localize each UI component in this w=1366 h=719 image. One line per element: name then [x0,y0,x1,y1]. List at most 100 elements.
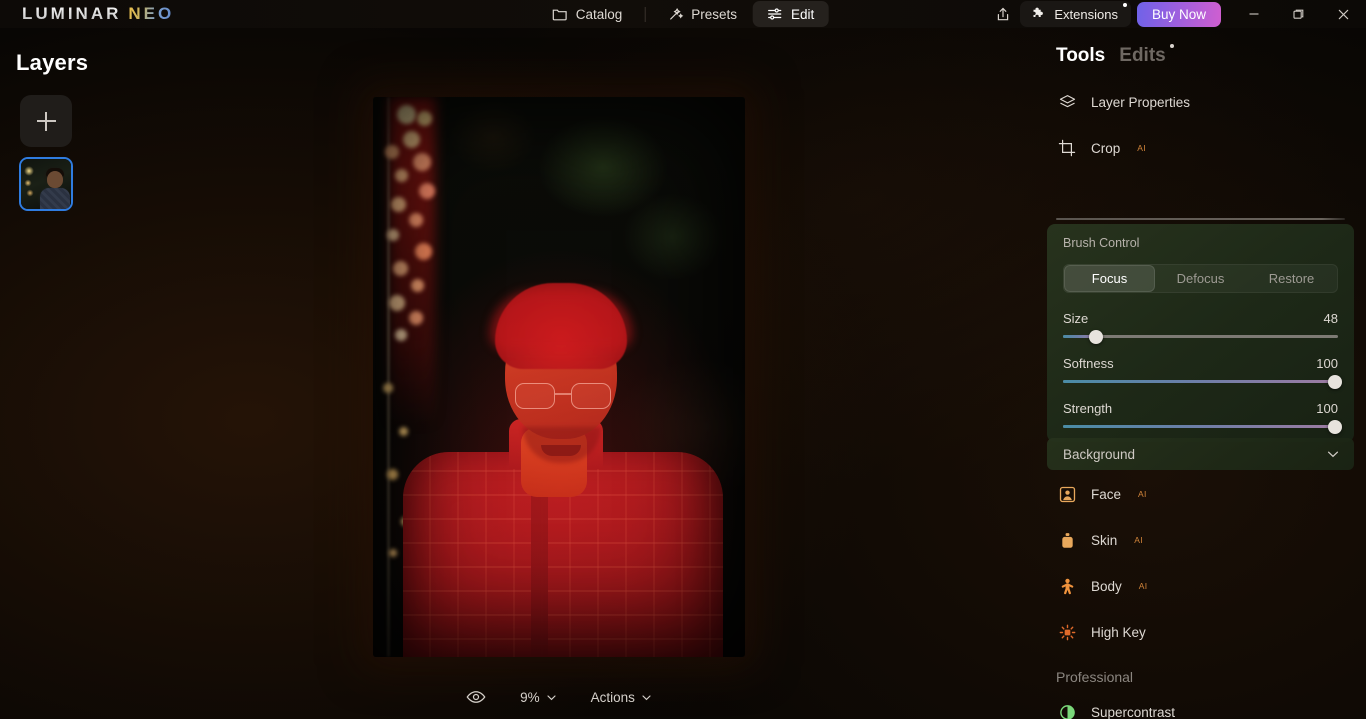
nav-item-edit-label: Edit [791,6,815,22]
visibility-toggle-button[interactable] [466,690,486,704]
tab-tools[interactable]: Tools [1056,45,1105,67]
tool-item-skin[interactable]: Skin AI [1035,517,1366,563]
face-icon [1056,486,1078,503]
zoom-level-dropdown[interactable]: 9% [520,690,557,705]
buy-now-button[interactable]: Buy Now [1136,1,1221,27]
logo-secondary-text: NEO [128,4,175,23]
layers-icon [1056,93,1078,112]
slider-softness-knob[interactable] [1328,374,1342,389]
subject-glasses [515,383,611,409]
slider-strength-value: 100 [1316,401,1338,416]
slider-softness-track[interactable] [1063,374,1342,389]
background-collapsible-row[interactable]: Background [1047,438,1354,470]
layers-panel-title: Layers [16,50,89,75]
thumbnail-face [47,171,63,188]
panel-scroll-indicator[interactable] [1056,218,1345,220]
slider-strength-knob[interactable] [1328,419,1342,434]
brush-mode-defocus[interactable]: Defocus [1155,265,1246,292]
subject-mouth [541,445,581,456]
slider-softness: Softness 100 [1063,356,1342,389]
folder-icon [552,6,568,22]
brush-mode-segmented-control: Focus Defocus Restore [1063,264,1338,293]
extensions-button[interactable]: Extensions [1020,1,1131,27]
tab-edits-label: Edits [1119,45,1166,66]
tab-edits[interactable]: Edits [1119,44,1174,67]
nav-item-catalog[interactable]: Catalog [538,1,637,27]
logo-primary-text: LUMINAR [22,4,122,23]
chevron-down-icon[interactable] [1326,447,1340,461]
section-header-professional: Professional [1056,669,1134,685]
nav-divider [644,6,646,22]
slider-strength: Strength 100 [1063,401,1342,434]
slider-size-value: 48 [1323,311,1338,326]
actions-dropdown[interactable]: Actions [591,690,652,705]
tool-label: High Key [1091,624,1146,640]
window-maximize-button[interactable] [1276,0,1321,28]
tab-tools-label: Tools [1056,45,1106,66]
tool-label: Face [1091,486,1122,502]
tool-item-layer-properties[interactable]: Layer Properties [1035,79,1366,125]
main-nav: Catalog Presets Edit [538,0,829,28]
nav-item-edit[interactable]: Edit [753,1,829,27]
chevron-down-icon [641,692,652,703]
tool-label: Supercontrast [1091,704,1176,719]
tool-item-body[interactable]: Body AI [1035,563,1366,609]
tools-panel: Tools Edits Layer Properties Crop AI Bru… [1035,28,1366,719]
thumbnail-body [40,188,70,209]
ai-badge: AI [1138,581,1148,591]
slider-strength-track[interactable] [1063,419,1342,434]
puzzle-piece-icon [1031,6,1047,22]
brush-mode-focus[interactable]: Focus [1064,265,1155,292]
tool-label: Body [1091,578,1122,594]
slider-softness-value: 100 [1316,356,1338,371]
nav-item-catalog-label: Catalog [575,6,623,22]
glasses-bridge [555,393,571,395]
brush-mode-restore[interactable]: Restore [1246,265,1337,292]
subject-hair [495,283,627,369]
glasses-lens-left [515,383,555,409]
ai-badge: AI [1134,535,1143,545]
window-close-button[interactable] [1321,0,1366,28]
image-canvas[interactable] [373,97,745,657]
share-icon[interactable] [986,0,1020,28]
crop-icon [1056,139,1078,157]
zoom-level-value: 9% [520,689,540,705]
tool-label: Skin [1091,532,1118,548]
title-bar: LUMINAR NEO Catalog Presets Edit Extensi… [0,0,1366,28]
tool-item-supercontrast[interactable]: Supercontrast [1035,689,1366,719]
layer-thumbnail-image [21,159,71,209]
tools-panel-tabs: Tools Edits [1035,28,1366,67]
add-layer-button[interactable] [20,95,72,147]
actions-label: Actions [590,689,635,705]
skin-icon [1056,532,1078,549]
luminar-neo-window: LUMINAR NEO Catalog Presets Edit Extensi… [0,0,1366,719]
tool-label: Crop [1091,140,1121,156]
app-logo: LUMINAR NEO [22,4,174,24]
canvas-bottom-toolbar: 9% Actions [373,680,745,714]
sliders-icon [767,6,783,22]
window-minimize-button[interactable] [1231,0,1276,28]
layer-thumbnail-item[interactable] [19,157,73,211]
slider-softness-label: Softness [1063,356,1114,371]
slider-strength-label: Strength [1063,401,1113,416]
body-icon [1056,578,1078,595]
tool-item-face[interactable]: Face AI [1035,471,1366,517]
tool-item-crop[interactable]: Crop AI [1035,125,1366,171]
chevron-down-icon [546,692,557,703]
slider-size-label: Size [1063,311,1089,326]
extensions-label: Extensions [1054,6,1118,22]
slider-strength-fill [1063,425,1338,428]
tool-item-high-key[interactable]: High Key [1035,609,1366,655]
eye-icon [466,690,486,704]
supercontrast-icon [1056,704,1078,719]
slider-softness-fill [1063,380,1338,383]
titlebar-right-group: Extensions Buy Now [986,0,1366,28]
brush-control-title: Brush Control [1063,236,1140,250]
ai-badge: AI [1138,489,1147,499]
glasses-lens-right [571,383,611,409]
tool-label: Layer Properties [1091,94,1191,110]
nav-item-presets[interactable]: Presets [653,1,751,27]
slider-size-knob[interactable] [1089,329,1103,344]
slider-size-track[interactable] [1063,329,1338,344]
photo-subject [373,97,745,657]
